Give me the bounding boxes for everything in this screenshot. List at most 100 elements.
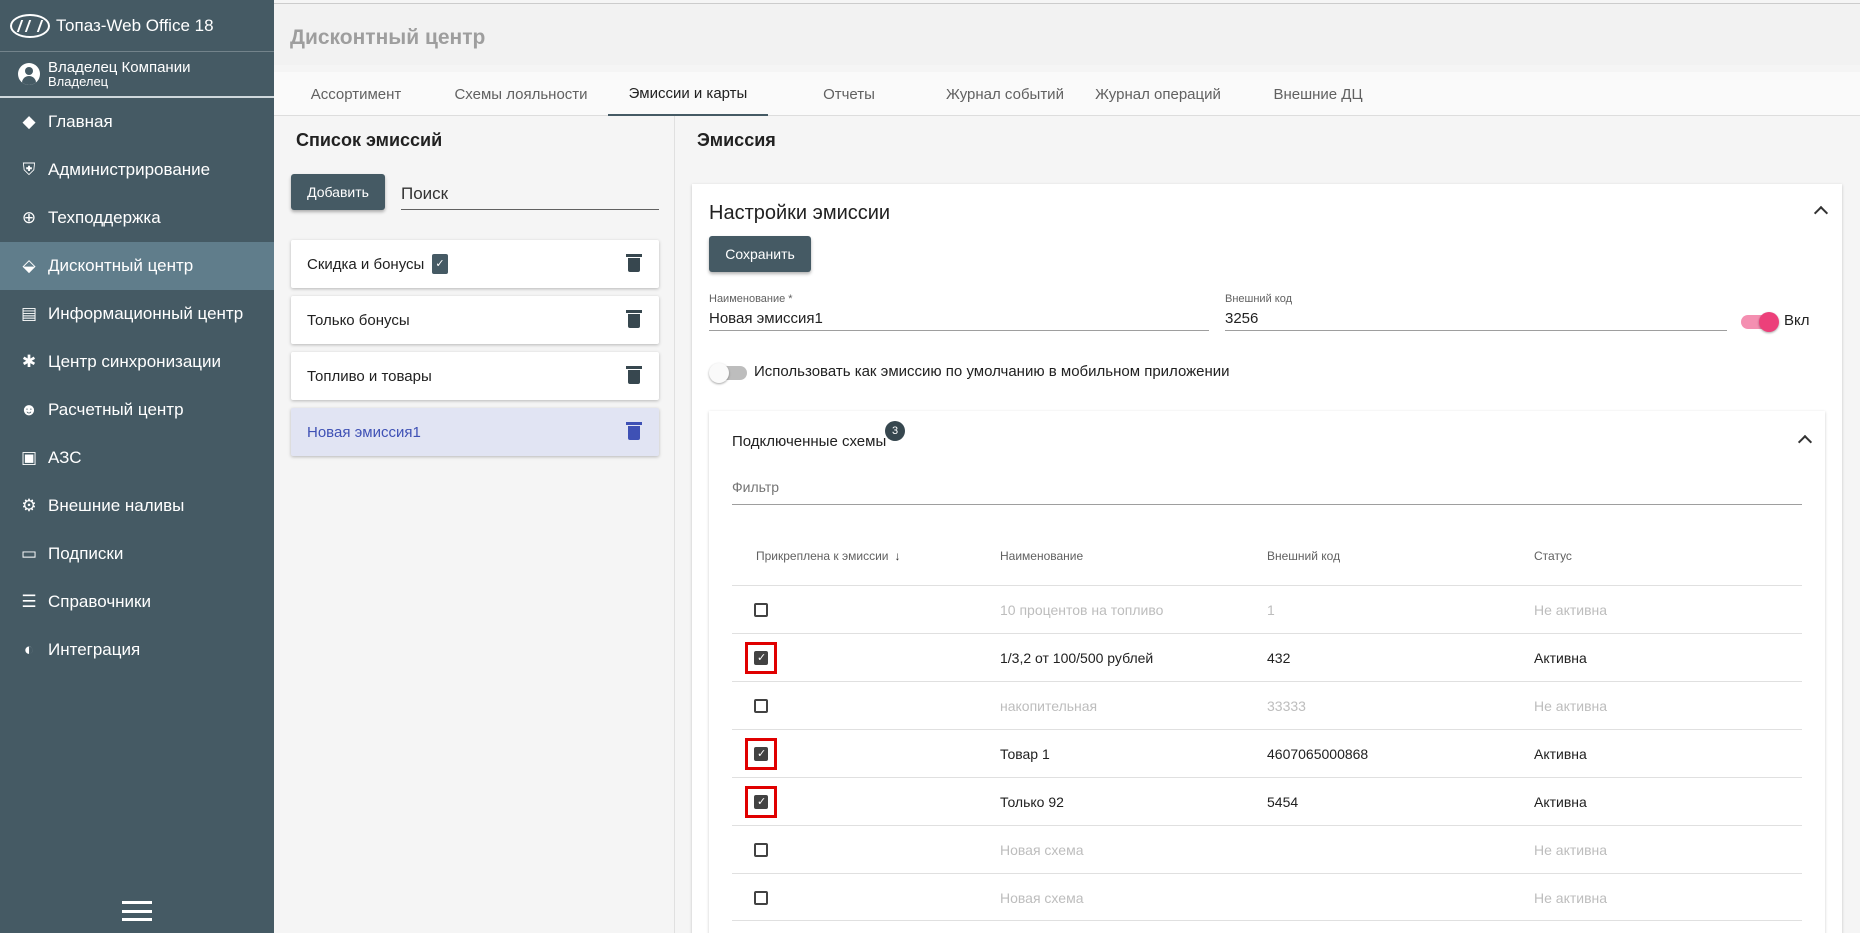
subscription-icon: ▭	[20, 544, 38, 563]
save-button[interactable]: Сохранить	[709, 236, 811, 272]
sidebar-item-sync-center[interactable]: ✱ Центр синхронизации	[0, 338, 274, 386]
attach-checkbox[interactable]	[754, 795, 768, 809]
sidebar-item-references[interactable]: ☰ Справочники	[0, 578, 274, 626]
sidebar-item-label: Расчетный центр	[48, 400, 184, 419]
sort-arrow-down-icon: ↓	[894, 549, 901, 563]
attach-checkbox[interactable]	[754, 699, 768, 713]
sidebar-item-integration[interactable]: ◐ Интеграция	[0, 626, 274, 674]
external-code-field[interactable]: 3256	[1225, 307, 1727, 331]
sidebar-item-discount-center[interactable]: ⬙ Дисконтный центр	[0, 242, 274, 290]
sidebar-item-info-center[interactable]: ▤ Информационный центр	[0, 290, 274, 338]
emission-list-item-selected[interactable]: Новая эмиссия1	[291, 408, 659, 456]
sidebar-item-label: Информационный центр	[48, 304, 244, 323]
emission-panel-title: Эмиссия	[697, 130, 776, 150]
emission-name: Скидка и бонусы	[307, 255, 425, 273]
page-header: Дисконтный центр	[274, 3, 1860, 65]
attach-checkbox[interactable]	[754, 747, 768, 761]
mobile-default-toggle[interactable]	[709, 363, 747, 383]
enabled-label: Вкл	[1784, 312, 1810, 329]
attach-checkbox[interactable]	[754, 603, 768, 617]
scheme-name: Только 92	[1000, 794, 1064, 810]
menu-icon[interactable]	[122, 901, 152, 921]
delete-icon[interactable]	[626, 422, 642, 440]
scheme-code: 1	[1267, 602, 1275, 618]
emission-list-item[interactable]: Только бонусы	[291, 296, 659, 344]
collapse-icon[interactable]	[1797, 434, 1813, 450]
emission-settings-card: Настройки эмиссии Сохранить Наименование…	[692, 184, 1842, 933]
scheme-name: Новая схема	[1000, 842, 1084, 858]
column-header-name[interactable]: Наименование	[1000, 549, 1083, 563]
table-row: 10 процентов на топливо 1 Не активна	[732, 585, 1802, 633]
table-row: 1/3,2 от 100/500 рублей 432 Активна	[732, 633, 1802, 681]
emission-name: Топливо и товары	[307, 367, 432, 385]
app-logo-icon	[10, 13, 50, 38]
tab-reports[interactable]: Отчеты	[768, 72, 930, 116]
attach-checkbox[interactable]	[754, 891, 768, 905]
tab-event-log[interactable]: Журнал событий	[930, 72, 1080, 116]
scheme-status: Не активна	[1534, 602, 1608, 618]
column-header-attached[interactable]: Прикреплена к эмиссии ↓	[756, 549, 900, 563]
search-input[interactable]: Поиск	[401, 180, 659, 210]
tab-bar: Ассортимент Схемы лояльности Эмиссии и к…	[274, 72, 1860, 116]
emission-panel: Эмиссия Настройки эмиссии Сохранить Наим…	[674, 116, 1860, 933]
sidebar-item-administration[interactable]: ⛨ Администрирование	[0, 146, 274, 194]
scheme-name: Товар 1	[1000, 746, 1050, 762]
book-list-icon: ☰	[21, 592, 37, 611]
table-row: Товар 1 4607065000868 Активна	[732, 729, 1802, 777]
tab-loyalty-schemes[interactable]: Схемы лояльности	[438, 72, 604, 116]
delete-icon[interactable]	[626, 366, 642, 384]
tab-operation-log[interactable]: Журнал операций	[1080, 72, 1236, 116]
sidebar-item-label: Подписки	[48, 544, 124, 563]
add-emission-button[interactable]: Добавить	[291, 174, 385, 210]
column-header-status[interactable]: Статус	[1534, 549, 1572, 563]
attach-checkbox[interactable]	[754, 843, 768, 857]
tab-external-dc[interactable]: Внешние ДЦ	[1236, 72, 1400, 116]
enabled-toggle[interactable]	[1741, 312, 1779, 332]
app-header: Топаз-Web Office 18	[0, 0, 274, 52]
column-header-label: Прикреплена к эмиссии	[756, 549, 889, 563]
gears-icon: ⚙	[21, 496, 37, 515]
attach-checkbox[interactable]	[754, 651, 768, 665]
account-circle-icon	[18, 63, 40, 85]
tab-emissions-cards[interactable]: Эмиссии и карты	[608, 72, 768, 116]
emission-name: Только бонусы	[307, 311, 410, 329]
sidebar-item-label: Техподдержка	[48, 208, 161, 227]
tag-icon: ⬙	[22, 256, 36, 275]
emission-list-item[interactable]: Скидка и бонусы	[291, 240, 659, 288]
column-header-code[interactable]: Внешний код	[1267, 549, 1340, 563]
schemes-count-badge: 3	[885, 421, 905, 441]
tab-assortment[interactable]: Ассортимент	[274, 72, 438, 116]
table-row: Только 92 5454 Активна	[732, 777, 1802, 825]
integration-icon: ◐	[23, 640, 35, 659]
table-row: Новая схема Не активна	[732, 825, 1802, 873]
user-block[interactable]: Владелец Компании Владелец	[0, 52, 274, 98]
scheme-status: Активна	[1534, 650, 1587, 666]
scheme-status: Активна	[1534, 794, 1587, 810]
sidebar-item-support[interactable]: ⊕ Техподдержка	[0, 194, 274, 242]
schemes-title: Подключенные схемы	[732, 433, 887, 450]
scheme-code: 432	[1267, 650, 1291, 666]
delete-icon[interactable]	[626, 254, 642, 272]
sidebar-item-label: Внешние наливы	[48, 496, 185, 515]
sidebar-item-label: Главная	[48, 112, 113, 131]
sidebar-item-label: Справочники	[48, 592, 151, 611]
sidebar-item-subscriptions[interactable]: ▭ Подписки	[0, 530, 274, 578]
emission-name: Новая эмиссия1	[307, 423, 421, 441]
sidebar-item-label: АЗС	[48, 448, 82, 467]
sidebar-item-settlement-center[interactable]: ☻ Расчетный центр	[0, 386, 274, 434]
sidebar-item-main[interactable]: ◆ Главная	[0, 98, 274, 146]
scheme-name: 1/3,2 от 100/500 рублей	[1000, 650, 1154, 666]
page-title: Дисконтный центр	[290, 26, 486, 49]
external-code-label: Внешний код	[1225, 293, 1293, 305]
admin-shield-icon: ⛨	[22, 160, 36, 179]
table-row: накопительная 33333 Не активна	[732, 681, 1802, 729]
user-name: Владелец Компании	[48, 59, 191, 76]
sidebar-item-gas-station[interactable]: ▣ АЗС	[0, 434, 274, 482]
delete-icon[interactable]	[626, 310, 642, 328]
sidebar-item-external-fills[interactable]: ⚙ Внешние наливы	[0, 482, 274, 530]
emission-list-item[interactable]: Топливо и товары	[291, 352, 659, 400]
name-field[interactable]: Новая эмиссия1	[709, 307, 1209, 331]
settings-title: Настройки эмиссии	[709, 202, 891, 224]
collapse-icon[interactable]	[1813, 205, 1829, 221]
filter-input[interactable]: Фильтр	[732, 479, 1802, 505]
